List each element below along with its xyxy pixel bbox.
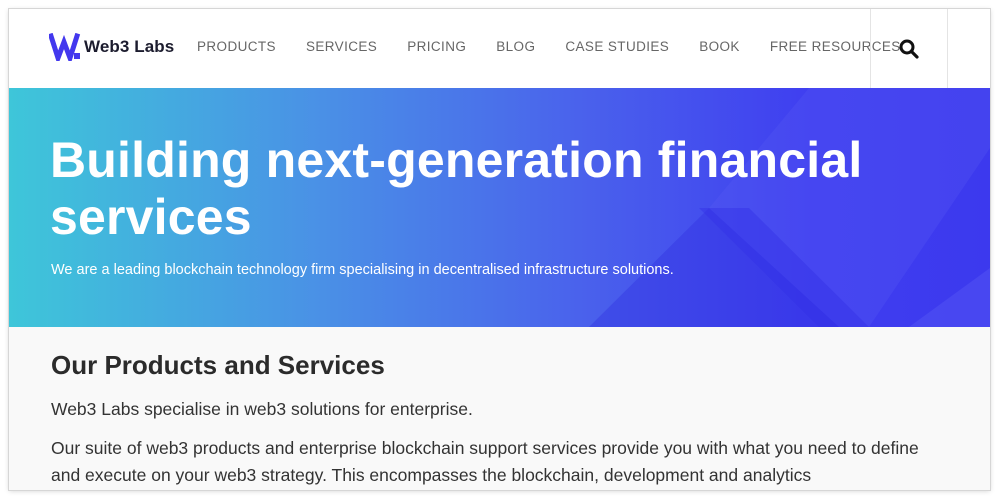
nav-item-products[interactable]: PRODUCTS xyxy=(197,39,276,54)
search-button[interactable] xyxy=(870,9,948,88)
nav-item-blog[interactable]: BLOG xyxy=(496,39,535,54)
nav-item-case-studies[interactable]: CASE STUDIES xyxy=(565,39,669,54)
products-services-section: Our Products and Services Web3 Labs spec… xyxy=(9,327,990,490)
brand-name: Web3 Labs xyxy=(84,37,175,56)
search-icon xyxy=(899,39,919,59)
hero-subtitle: We are a leading blockchain technology f… xyxy=(51,262,674,278)
nav-item-services[interactable]: SERVICES xyxy=(306,39,377,54)
section-heading: Our Products and Services xyxy=(51,350,385,380)
nav-item-book[interactable]: BOOK xyxy=(699,39,740,54)
hero-title: Building next-generation financial servi… xyxy=(50,132,863,245)
intro-paragraph: Web3 Labs specialise in web3 solutions f… xyxy=(51,399,473,419)
brand-logo[interactable]: Web3 Labs xyxy=(49,33,174,61)
web3-labs-logo-icon xyxy=(49,33,81,61)
site-header: Web3 Labs PRODUCTS SERVICES PRICING BLOG… xyxy=(9,9,990,88)
hero-banner: Building next-generation financial servi… xyxy=(9,88,990,327)
nav-item-pricing[interactable]: PRICING xyxy=(407,39,466,54)
description-paragraph: Our suite of web3 products and enterpris… xyxy=(51,438,919,485)
browser-viewport: Web3 Labs PRODUCTS SERVICES PRICING BLOG… xyxy=(9,9,990,490)
main-nav: PRODUCTS SERVICES PRICING BLOG CASE STUD… xyxy=(197,39,931,54)
